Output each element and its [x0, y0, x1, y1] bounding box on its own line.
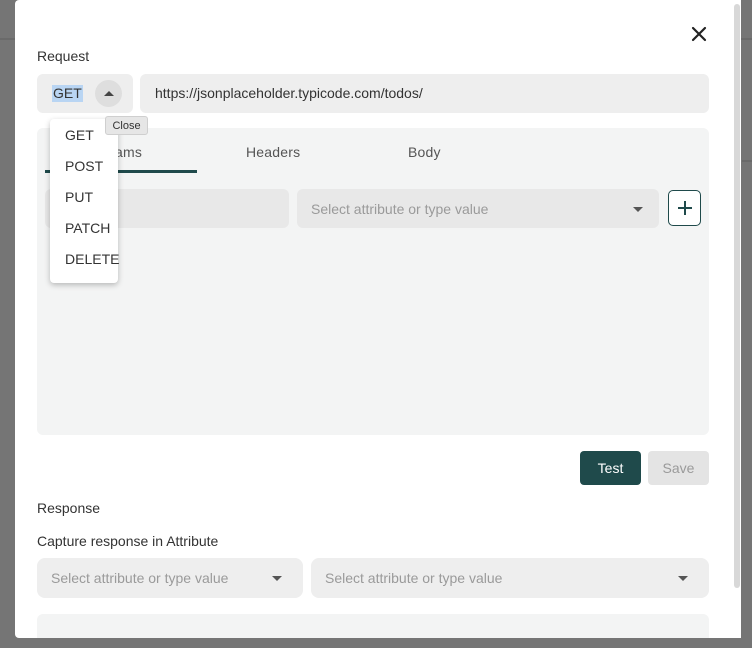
request-section-label: Request — [37, 48, 90, 64]
method-option-get[interactable]: GET — [65, 127, 94, 143]
param-value-select[interactable]: Select attribute or type value — [297, 189, 659, 228]
tab-headers[interactable]: Headers — [246, 144, 300, 160]
close-button[interactable] — [687, 22, 711, 46]
request-tabs-panel: ams Headers Body Select attribute or typ… — [37, 128, 709, 435]
method-dropdown-menu: GET POST PUT PATCH DELETE — [50, 119, 119, 283]
modal-scrollbar-thumb[interactable] — [734, 4, 740, 588]
method-option-put[interactable]: PUT — [65, 189, 93, 205]
method-select[interactable]: GET — [37, 74, 133, 113]
response-section-label: Response — [37, 500, 101, 516]
tab-body[interactable]: Body — [408, 144, 441, 160]
method-option-delete[interactable]: DELETE — [65, 251, 119, 267]
close-icon — [691, 26, 707, 42]
save-button[interactable]: Save — [648, 451, 709, 485]
caret-down-icon — [272, 576, 282, 581]
capture-attribute-select-left[interactable]: Select attribute or type value — [37, 558, 303, 598]
method-option-post[interactable]: POST — [65, 158, 103, 174]
method-option-patch[interactable]: PATCH — [65, 220, 110, 236]
test-button[interactable]: Test — [580, 451, 641, 485]
param-value-placeholder: Select attribute or type value — [311, 201, 489, 217]
caret-down-icon — [633, 207, 643, 212]
add-param-button[interactable] — [668, 190, 701, 226]
caret-up-icon — [103, 91, 114, 96]
capture-select-left-placeholder: Select attribute or type value — [51, 570, 229, 586]
url-input[interactable]: https://jsonplaceholder.typicode.com/tod… — [140, 74, 709, 113]
capture-response-label: Capture response in Attribute — [37, 533, 219, 549]
close-tooltip: Close — [105, 116, 148, 135]
background-divider — [742, 160, 752, 162]
method-selected-value: GET — [52, 85, 83, 102]
capture-select-right-placeholder: Select attribute or type value — [325, 570, 503, 586]
caret-down-icon — [678, 576, 688, 581]
plus-icon — [677, 201, 692, 215]
request-modal: Request GET https://jsonplaceholder.typi… — [15, 0, 741, 638]
response-body-box — [37, 614, 709, 638]
method-dropdown-toggle[interactable] — [95, 80, 122, 107]
capture-attribute-select-right[interactable]: Select attribute or type value — [311, 558, 709, 598]
tab-params[interactable]: ams — [115, 144, 142, 160]
